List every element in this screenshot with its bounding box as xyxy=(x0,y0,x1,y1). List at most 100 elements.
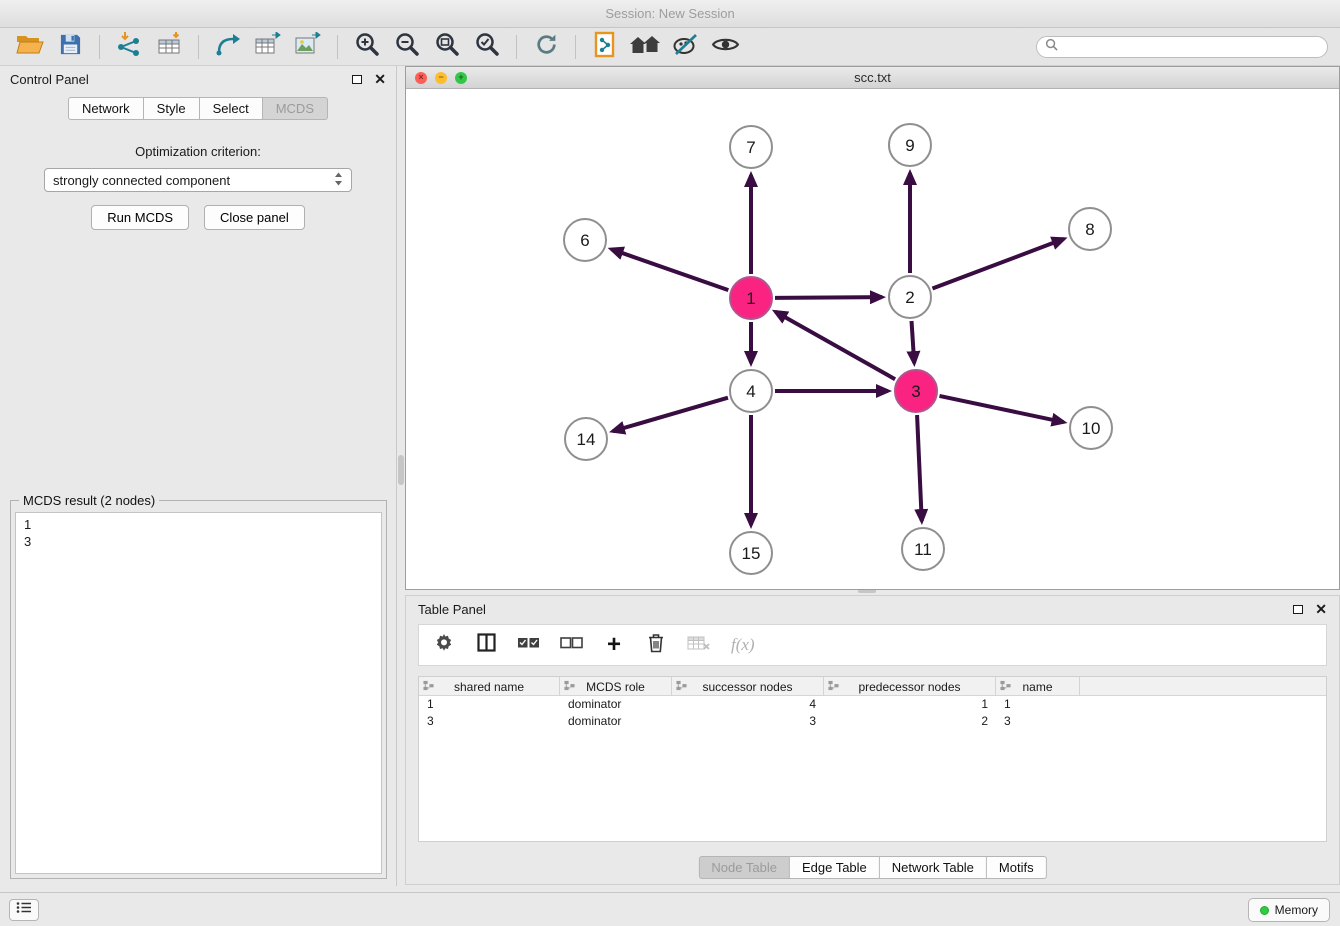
refresh-icon xyxy=(534,32,559,62)
window-minimize-button[interactable]: − xyxy=(435,72,447,84)
result-item[interactable]: 3 xyxy=(16,533,381,550)
float-panel-icon[interactable] xyxy=(352,75,362,84)
save-session-button[interactable] xyxy=(52,31,88,63)
import-table-button[interactable] xyxy=(151,31,187,63)
export-network-button[interactable] xyxy=(210,31,246,63)
tab-network[interactable]: Network xyxy=(68,97,144,120)
open-session-button[interactable] xyxy=(12,31,48,63)
window-zoom-button[interactable]: + xyxy=(455,72,467,84)
search-input[interactable] xyxy=(1064,40,1319,54)
zoom-out-button[interactable] xyxy=(389,31,425,63)
zoom-fit-button[interactable] xyxy=(429,31,465,63)
deselect-all-button[interactable] xyxy=(560,636,583,655)
close-panel-icon[interactable]: ✕ xyxy=(374,73,386,85)
node-6[interactable]: 6 xyxy=(564,219,606,261)
result-item[interactable]: 1 xyxy=(16,516,381,533)
import-network-button[interactable] xyxy=(111,31,147,63)
network-canvas-svg[interactable]: 7 9 6 8 1 2 4 3 14 10 15 11 xyxy=(406,89,1339,589)
select-all-button[interactable] xyxy=(517,636,540,655)
add-row-button[interactable]: + xyxy=(603,635,625,655)
column-header-MCDS-role[interactable]: MCDS role xyxy=(560,677,672,696)
float-table-panel-icon[interactable] xyxy=(1293,605,1303,614)
column-header-name[interactable]: name xyxy=(996,677,1080,696)
zoom-in-button[interactable] xyxy=(349,31,385,63)
criterion-dropdown[interactable]: strongly connected component xyxy=(44,168,352,192)
tab-network-table[interactable]: Network Table xyxy=(880,856,987,879)
edge-1-6[interactable] xyxy=(611,249,728,290)
table-cell[interactable]: 2 xyxy=(824,713,996,730)
task-history-button[interactable] xyxy=(9,899,39,921)
node-11[interactable]: 11 xyxy=(902,528,944,570)
toolbar-separator xyxy=(516,35,517,59)
close-panel-button[interactable]: Close panel xyxy=(204,205,305,230)
control-panel-header: Control Panel ✕ xyxy=(0,66,396,92)
edge-3-10[interactable] xyxy=(939,396,1063,422)
export-network-icon xyxy=(215,32,241,61)
tab-style[interactable]: Style xyxy=(144,97,200,120)
show-hide-details-button[interactable] xyxy=(707,31,743,63)
tab-motifs[interactable]: Motifs xyxy=(987,856,1047,879)
search-box[interactable] xyxy=(1036,36,1328,58)
node-label: 2 xyxy=(905,288,914,307)
column-header-predecessor-nodes[interactable]: predecessor nodes xyxy=(824,677,996,696)
table-panel-header: Table Panel ✕ xyxy=(406,596,1339,622)
attribute-options-button[interactable] xyxy=(433,633,455,658)
panel-splitter-handle[interactable] xyxy=(398,455,404,485)
tab-node-table[interactable]: Node Table xyxy=(698,856,790,879)
delete-row-button[interactable] xyxy=(645,633,667,658)
node-15[interactable]: 15 xyxy=(730,532,772,574)
refresh-view-button[interactable] xyxy=(528,31,564,63)
table-cell[interactable]: 3 xyxy=(419,713,560,730)
column-header-shared-name[interactable]: shared name xyxy=(419,677,560,696)
memory-button[interactable]: Memory xyxy=(1248,898,1330,922)
export-table-button[interactable] xyxy=(250,31,286,63)
column-label: shared name xyxy=(454,680,524,694)
table-cell[interactable]: dominator xyxy=(560,696,672,713)
node-2[interactable]: 2 xyxy=(889,276,931,318)
node-14[interactable]: 14 xyxy=(565,418,607,460)
table-cell[interactable]: dominator xyxy=(560,713,672,730)
window-title: Session: New Session xyxy=(605,6,734,21)
deselect-all-icon xyxy=(560,636,583,655)
table-cell[interactable]: 1 xyxy=(824,696,996,713)
window-close-button[interactable]: × xyxy=(415,72,427,84)
table-row[interactable]: 3dominator323 xyxy=(419,713,1326,730)
edge-2-8[interactable] xyxy=(932,239,1063,289)
home-panel-button[interactable] xyxy=(627,31,663,63)
table-cell[interactable]: 1 xyxy=(419,696,560,713)
export-image-button[interactable] xyxy=(290,31,326,63)
network-overview-button[interactable] xyxy=(587,31,623,63)
tab-select[interactable]: Select xyxy=(200,97,263,120)
table-cell[interactable]: 3 xyxy=(996,713,1080,730)
table-cell[interactable]: 4 xyxy=(672,696,824,713)
show-column-button[interactable] xyxy=(475,633,497,657)
node-7[interactable]: 7 xyxy=(730,126,772,168)
node-8[interactable]: 8 xyxy=(1069,208,1111,250)
edge-1-2[interactable] xyxy=(775,297,882,298)
node-1[interactable]: 1 xyxy=(730,277,772,319)
edge-4-14[interactable] xyxy=(613,398,728,431)
eye-icon xyxy=(711,35,740,59)
table-cell[interactable]: 1 xyxy=(996,696,1080,713)
mcds-result-list[interactable]: 13 xyxy=(15,512,382,874)
node-9[interactable]: 9 xyxy=(889,124,931,166)
close-table-panel-icon[interactable]: ✕ xyxy=(1315,603,1327,615)
edge-3-1[interactable] xyxy=(775,312,895,379)
column-header-successor-nodes[interactable]: successor nodes xyxy=(672,677,824,696)
edge-2-3[interactable] xyxy=(912,321,915,363)
column-tree-icon xyxy=(828,680,839,694)
table-row[interactable]: 1dominator411 xyxy=(419,696,1326,713)
apply-style-button[interactable] xyxy=(667,31,703,63)
control-panel-title: Control Panel xyxy=(10,72,89,87)
node-4[interactable]: 4 xyxy=(730,370,772,412)
table-cell[interactable]: 3 xyxy=(672,713,824,730)
tab-mcds[interactable]: MCDS xyxy=(263,97,328,120)
edge-3-11[interactable] xyxy=(917,415,922,521)
dropdown-stepper-icon xyxy=(334,172,343,189)
column-label: MCDS role xyxy=(586,680,645,694)
tab-edge-table[interactable]: Edge Table xyxy=(790,856,880,879)
node-3[interactable]: 3 xyxy=(895,370,937,412)
zoom-selected-button[interactable] xyxy=(469,31,505,63)
run-mcds-button[interactable]: Run MCDS xyxy=(91,205,189,230)
node-10[interactable]: 10 xyxy=(1070,407,1112,449)
